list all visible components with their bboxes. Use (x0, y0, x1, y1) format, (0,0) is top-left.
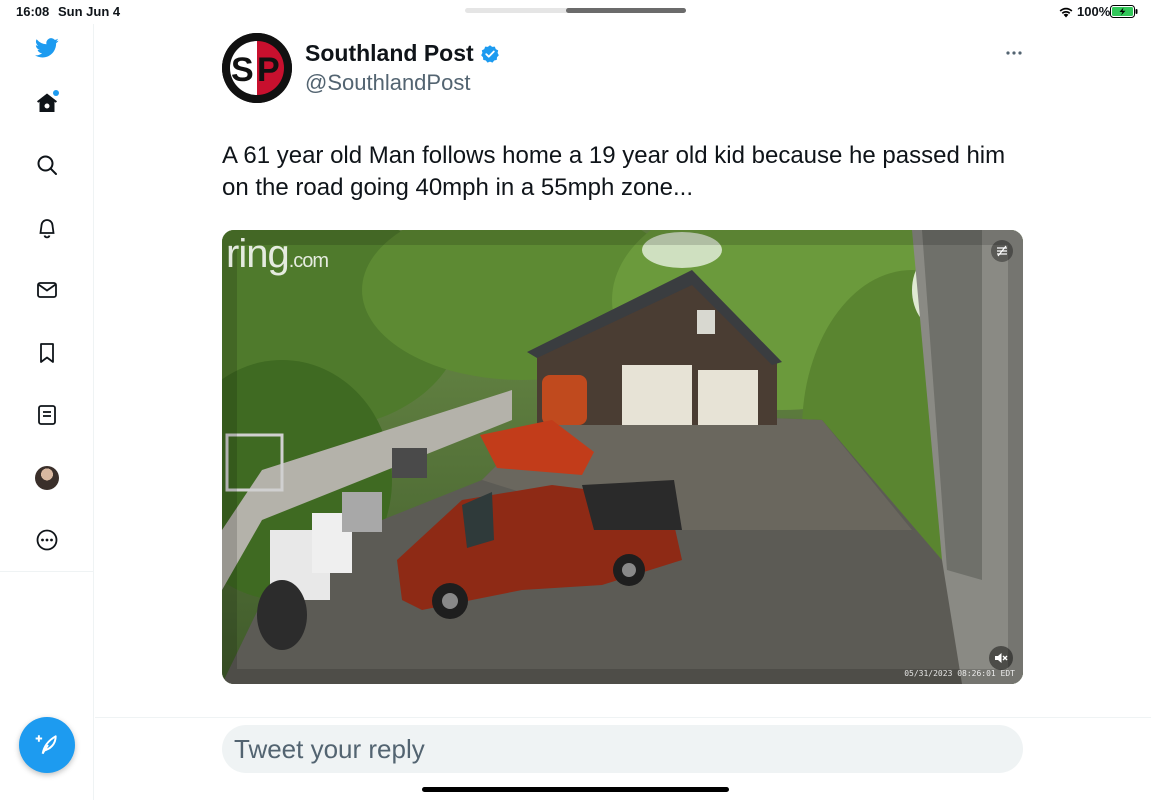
status-bar: 16:08 Sun Jun 4 100% (0, 0, 1151, 24)
sidebar-item-notifications[interactable] (30, 211, 64, 245)
author-name[interactable]: Southland Post (305, 40, 500, 67)
tweet-detail: S P Southland Post @SouthlandPost A 61 y… (95, 24, 1151, 800)
battery-percent: 100% (1077, 4, 1111, 19)
battery-icon (1110, 5, 1138, 18)
bookmark-icon (40, 343, 54, 363)
ring-watermark: ring.com (226, 232, 329, 277)
svg-text:P: P (257, 51, 280, 89)
mute-button[interactable] (989, 646, 1013, 670)
sidebar-item-bookmarks[interactable] (30, 336, 64, 370)
list-icon (38, 405, 56, 425)
envelope-icon (37, 282, 57, 298)
southland-post-logo: S P (222, 33, 292, 103)
avatar (35, 466, 59, 490)
speaker-muted-icon (995, 653, 1008, 663)
author-name-text: Southland Post (305, 40, 474, 66)
home-indicator[interactable] (422, 787, 729, 792)
sensitive-content-icon (997, 245, 1007, 257)
sidebar (0, 24, 94, 800)
reply-input[interactable]: Tweet your reply (222, 725, 1023, 773)
compose-tweet-button[interactable] (19, 717, 75, 773)
reply-placeholder: Tweet your reply (234, 733, 425, 764)
ring-logo-text: ring (226, 232, 290, 276)
more-circle-icon (36, 529, 58, 551)
reply-divider (95, 717, 1151, 718)
bird-icon (35, 38, 59, 58)
wifi-icon (1059, 7, 1073, 18)
svg-text:S: S (231, 51, 254, 89)
sidebar-item-profile[interactable] (30, 461, 64, 495)
author-avatar[interactable]: S P (222, 33, 292, 103)
sidebar-item-more[interactable] (30, 523, 64, 557)
home-notification-dot (53, 90, 59, 96)
twitter-logo-button[interactable] (30, 31, 64, 65)
sidebar-item-home[interactable] (30, 86, 64, 120)
ring-logo-suffix: .com (288, 250, 329, 272)
verified-badge-icon (480, 44, 499, 63)
sidebar-divider (0, 571, 93, 572)
search-icon (37, 155, 57, 175)
video-frame-driveway-scene (222, 230, 1023, 684)
author-handle[interactable]: @SouthlandPost (305, 70, 470, 96)
status-time: 16:08 (16, 4, 50, 19)
camera-timestamp: 05/31/2023 08:26:01 EDT (904, 669, 1015, 678)
tweet-video[interactable]: ring.com 05/31/2023 08:26:01 EDT (222, 230, 1023, 684)
tweet-text: A 61 year old Man follows home a 19 year… (222, 142, 1006, 201)
tweet-more-options-button[interactable] (1002, 43, 1026, 63)
bell-icon (39, 219, 55, 239)
more-horizontal-icon (1006, 51, 1022, 55)
sidebar-item-explore[interactable] (30, 148, 64, 182)
sidebar-item-messages[interactable] (30, 273, 64, 307)
status-date: Sun Jun 4 (58, 4, 121, 19)
feather-plus-icon (35, 735, 57, 755)
multitask-indicator-active (566, 8, 686, 13)
media-settings-button[interactable] (991, 240, 1013, 262)
sidebar-item-lists[interactable] (30, 398, 64, 432)
